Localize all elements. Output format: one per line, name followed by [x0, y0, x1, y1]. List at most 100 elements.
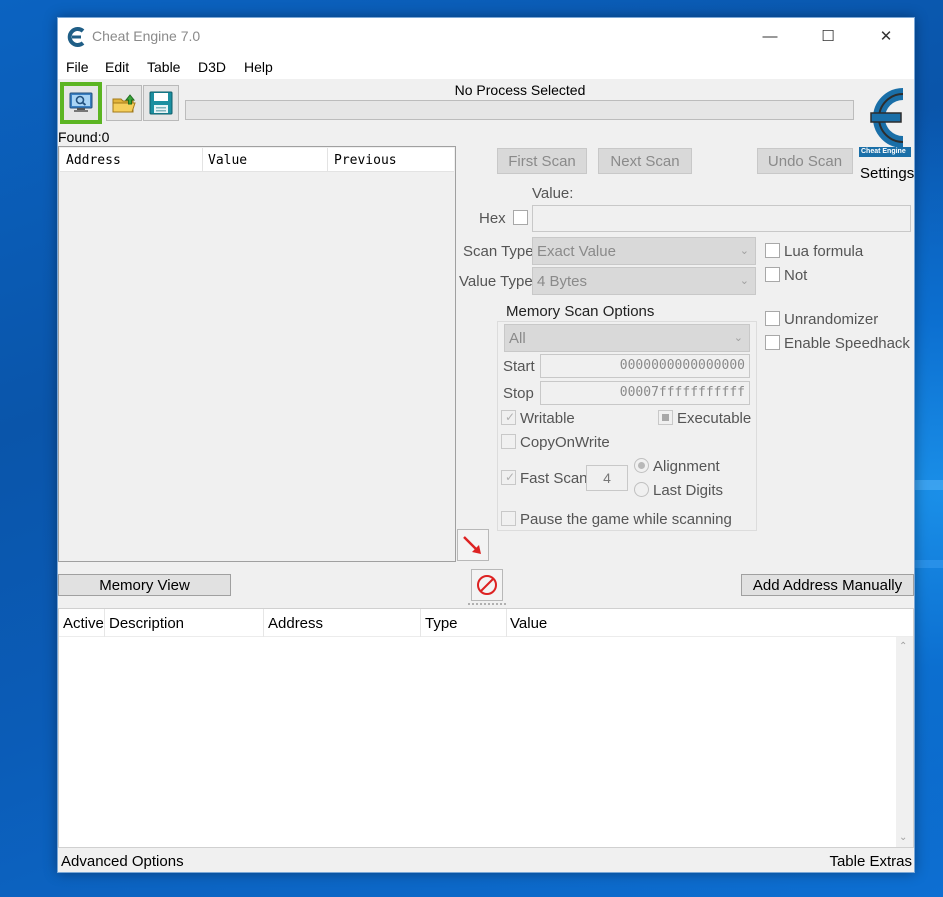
prohibited-icon [477, 575, 497, 595]
menu-d3d[interactable]: D3D [198, 59, 226, 75]
column-divider [327, 148, 328, 172]
computer-search-icon [69, 92, 93, 112]
scroll-up-icon[interactable]: ⌃ [899, 641, 907, 652]
not-checkbox[interactable] [765, 267, 780, 282]
hex-checkbox[interactable] [513, 210, 528, 225]
memory-view-button[interactable]: Memory View [58, 574, 231, 596]
scan-type-select[interactable]: Exact Value ⌄ [532, 237, 756, 265]
chevron-down-icon: ⌄ [733, 332, 743, 344]
save-button[interactable] [143, 85, 179, 121]
pause-game-label: Pause the game while scanning [520, 511, 732, 528]
memory-region-select[interactable]: All ⌄ [504, 324, 750, 352]
scan-type-label: Scan Type [463, 243, 534, 260]
red-arrow-icon [463, 536, 481, 554]
speedhack-label: Enable Speedhack [784, 335, 910, 352]
add-to-list-button[interactable] [457, 529, 489, 561]
column-divider [263, 609, 264, 637]
check-mark-icon: ✓ [505, 470, 516, 484]
cheat-table[interactable]: Active Description Address Type Value ⌃ … [58, 608, 914, 848]
menu-table[interactable]: Table [147, 59, 180, 75]
close-icon: ✕ [879, 28, 893, 45]
writable-label: Writable [520, 410, 575, 427]
speedhack-checkbox[interactable] [765, 335, 780, 350]
stop-scan-button[interactable] [471, 569, 503, 601]
cheat-engine-logo[interactable]: Cheat Engine [855, 80, 915, 162]
fast-scan-checkbox[interactable]: ✓ [501, 470, 516, 485]
stop-label: Stop [503, 385, 534, 402]
copy-on-write-checkbox[interactable] [501, 434, 516, 449]
minimize-icon: — [762, 27, 778, 45]
column-address[interactable]: Address [66, 153, 121, 168]
open-file-button[interactable] [106, 85, 142, 121]
splitter-grip-icon [468, 603, 506, 606]
start-address-input[interactable]: 0000000000000000 [540, 354, 750, 378]
stop-address-input[interactable]: 00007fffffffffff [540, 381, 750, 405]
executable-label: Executable [677, 410, 752, 427]
minimize-button[interactable]: — [741, 18, 799, 54]
indeterminate-icon [662, 414, 669, 421]
menu-bar: File Edit Table D3D Help [58, 55, 914, 79]
writable-checkbox[interactable]: ✓ [501, 410, 516, 425]
last-digits-radio[interactable] [634, 482, 649, 497]
undo-scan-button[interactable]: Undo Scan [757, 148, 853, 174]
found-list-header: Address Value Previous [60, 148, 454, 172]
start-label: Start [503, 358, 535, 375]
copy-on-write-label: CopyOnWrite [520, 434, 610, 451]
lua-formula-label: Lua formula [784, 243, 864, 260]
chevron-down-icon: ⌄ [739, 275, 749, 287]
check-mark-icon: ✓ [505, 410, 516, 424]
scan-progress-bar [185, 100, 854, 120]
column-divider [104, 609, 105, 637]
column-address[interactable]: Address [268, 615, 323, 632]
maximize-icon: ☐ [821, 28, 835, 45]
open-process-button[interactable] [60, 82, 102, 124]
scan-type-value: Exact Value [537, 243, 616, 260]
column-value[interactable]: Value [208, 153, 247, 168]
first-scan-button[interactable]: First Scan [497, 148, 587, 174]
advanced-options-link[interactable]: Advanced Options [61, 853, 184, 870]
hex-label: Hex [479, 210, 506, 227]
lua-formula-checkbox[interactable] [765, 243, 780, 258]
alignment-label: Alignment [653, 458, 720, 475]
value-type-label: Value Type [459, 273, 533, 290]
unrandomizer-checkbox[interactable] [765, 311, 780, 326]
fast-scan-label: Fast Scan [520, 470, 588, 487]
value-input[interactable] [532, 205, 911, 232]
menu-edit[interactable]: Edit [105, 59, 129, 75]
value-type-select[interactable]: 4 Bytes ⌄ [532, 267, 756, 295]
vertical-scrollbar[interactable]: ⌃ ⌄ [896, 637, 913, 847]
add-address-manually-button[interactable]: Add Address Manually [741, 574, 914, 596]
found-results-list[interactable]: Address Value Previous [58, 146, 456, 562]
chevron-down-icon: ⌄ [739, 245, 749, 257]
not-label: Not [784, 267, 808, 284]
logo-text: Cheat Engine [861, 148, 906, 155]
maximize-button[interactable]: ☐ [799, 18, 857, 54]
column-divider [506, 609, 507, 637]
memory-scan-options-title: Memory Scan Options [503, 303, 658, 320]
cheat-engine-window: Cheat Engine 7.0 — ☐ ✕ File Edit Table D… [57, 17, 915, 873]
cheat-table-header: Active Description Address Type Value [59, 609, 913, 637]
close-button[interactable]: ✕ [857, 18, 915, 54]
settings-link[interactable]: Settings [860, 165, 914, 182]
executable-checkbox[interactable] [658, 410, 673, 425]
menu-help[interactable]: Help [244, 59, 273, 75]
cheat-engine-app-icon [67, 27, 85, 47]
column-type[interactable]: Type [425, 615, 458, 632]
title-bar: Cheat Engine 7.0 — ☐ ✕ [58, 18, 914, 55]
unrandomizer-label: Unrandomizer [784, 311, 879, 328]
column-value[interactable]: Value [510, 615, 547, 632]
bottom-bar: Advanced Options Table Extras [58, 850, 914, 872]
alignment-radio[interactable] [634, 458, 649, 473]
next-scan-button[interactable]: Next Scan [598, 148, 692, 174]
fast-scan-input[interactable]: 4 [586, 465, 628, 491]
column-description[interactable]: Description [109, 615, 184, 632]
scroll-down-icon[interactable]: ⌄ [899, 832, 907, 843]
column-active[interactable]: Active [63, 615, 104, 632]
menu-file[interactable]: File [66, 59, 89, 75]
value-type-value: 4 Bytes [537, 273, 588, 290]
save-disk-icon [149, 91, 173, 115]
table-extras-link[interactable]: Table Extras [829, 853, 912, 870]
column-previous[interactable]: Previous [334, 153, 397, 168]
value-label: Value: [532, 185, 574, 202]
pause-game-checkbox[interactable] [501, 511, 516, 526]
